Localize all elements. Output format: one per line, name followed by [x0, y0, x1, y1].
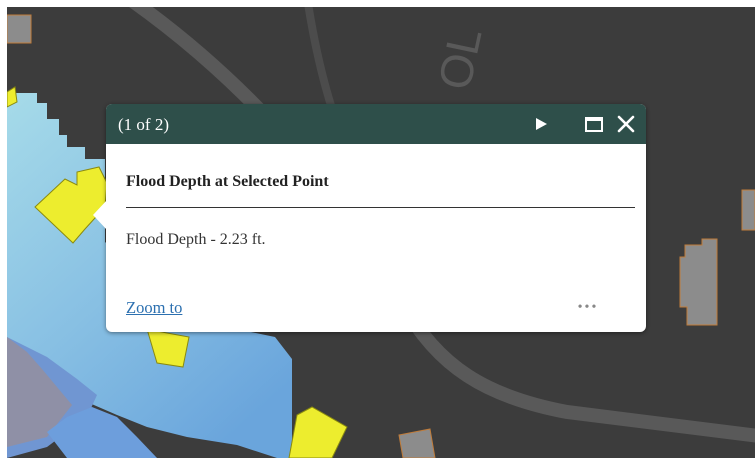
- road-label: OL: [428, 23, 492, 94]
- close-icon: [617, 115, 635, 133]
- popup-pointer: [93, 200, 107, 230]
- flood-depth-value: Flood Depth - 2.23 ft.: [126, 231, 266, 248]
- popup-header: (1 of 2): [106, 104, 646, 144]
- more-actions-button[interactable]: •••: [568, 298, 608, 318]
- popup-page-count: (1 of 2): [118, 115, 169, 134]
- feature-popup: (1 of 2) Flood Depth at Selected Point F…: [93, 104, 646, 332]
- popup-title: Flood Depth at Selected Point: [126, 173, 329, 190]
- maximize-button[interactable]: [582, 112, 606, 136]
- zoom-to-link[interactable]: Zoom to: [126, 298, 182, 318]
- play-icon: [536, 118, 547, 130]
- maximize-icon: [585, 117, 603, 132]
- next-feature-button[interactable]: [529, 112, 553, 136]
- popup-divider: [126, 207, 635, 208]
- close-button[interactable]: [614, 112, 638, 136]
